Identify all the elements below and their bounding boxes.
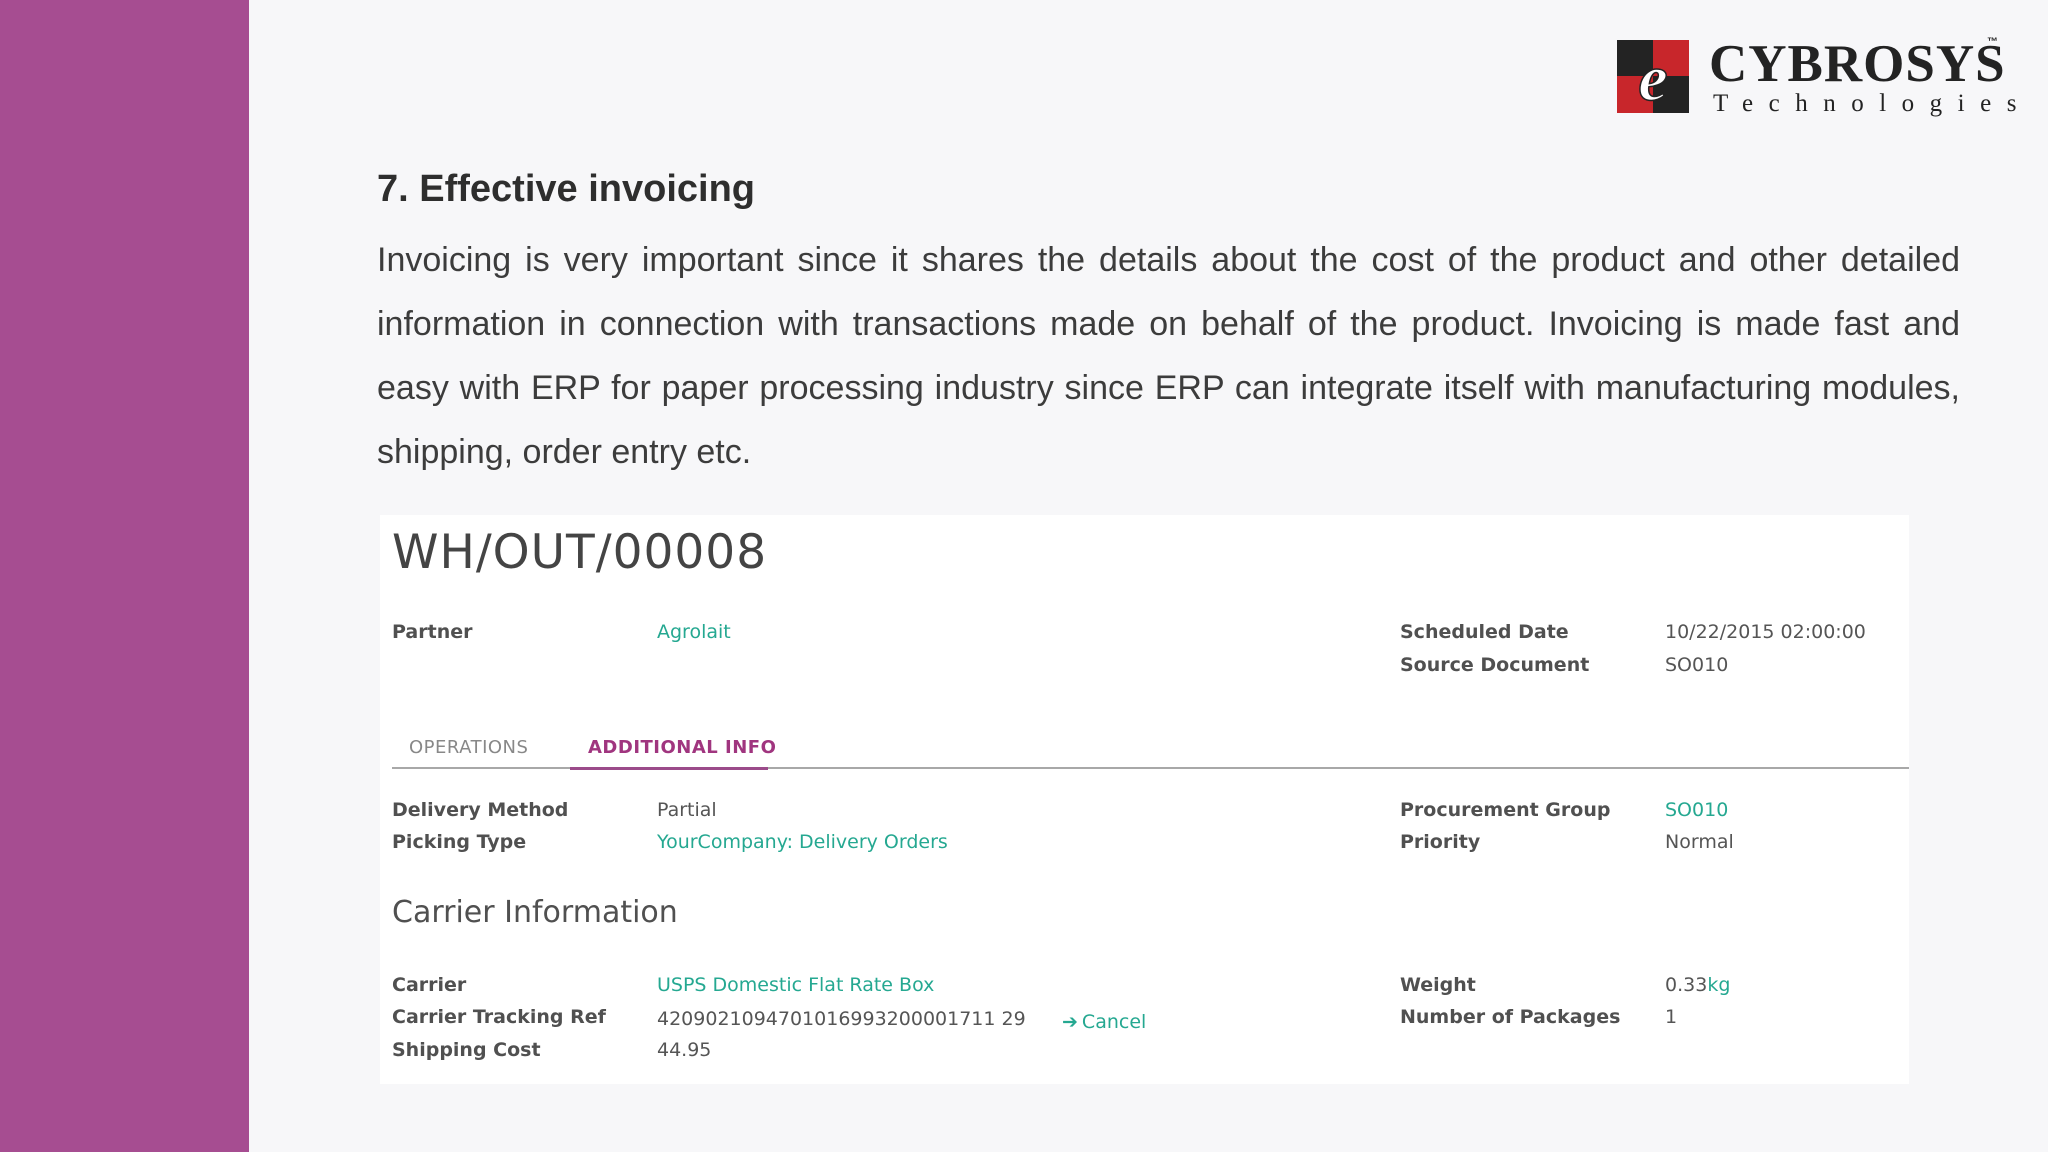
carrier-label: Carrier	[392, 974, 467, 996]
cancel-label: Cancel	[1081, 1011, 1147, 1033]
source-document-value: SO010	[1665, 654, 1729, 676]
source-document-label: Source Document	[1400, 654, 1590, 676]
packages-label: Number of Packages	[1400, 1006, 1621, 1028]
procurement-group-label: Procurement Group	[1400, 799, 1611, 821]
delivery-method-value: Partial	[657, 799, 717, 821]
partner-label: Partner	[392, 621, 473, 643]
delivery-method-label: Delivery Method	[392, 799, 569, 821]
weight-field: 0.33kg	[1665, 974, 1730, 996]
scheduled-date-value: 10/22/2015 02:00:00	[1665, 621, 1866, 643]
weight-label: Weight	[1400, 974, 1476, 996]
tracking-ref-value: 4209021094701016993200001711 29	[657, 1008, 1026, 1030]
brand-name: CYBROSYS	[1709, 35, 2006, 93]
cancel-tracking-button[interactable]: ➔ Cancel	[1062, 1011, 1146, 1033]
tab-additional-info[interactable]: ADDITIONAL INFO	[588, 737, 776, 758]
tracking-ref-label: Carrier Tracking Ref	[392, 1006, 606, 1028]
logo-mark-letter: e	[1638, 42, 1667, 113]
slide-heading: 7. Effective invoicing	[377, 168, 755, 210]
brand-subtitle: Technologies	[1713, 90, 2032, 117]
scheduled-date-label: Scheduled Date	[1400, 621, 1569, 643]
picking-type-label: Picking Type	[392, 831, 527, 853]
cybrosys-logo-icon: e	[1617, 40, 1689, 113]
accent-sidebar	[0, 0, 249, 1152]
shipping-cost-label: Shipping Cost	[392, 1039, 541, 1061]
priority-label: Priority	[1400, 831, 1481, 853]
weight-unit: kg	[1707, 974, 1731, 996]
picking-type-link[interactable]: YourCompany: Delivery Orders	[657, 831, 948, 853]
priority-value: Normal	[1665, 831, 1734, 853]
cybrosys-logo: e CYBROSYS ™ Technologies	[1617, 35, 2017, 120]
carrier-link[interactable]: USPS Domestic Flat Rate Box	[657, 974, 934, 996]
delivery-order-form: WH/OUT/00008 Partner Agrolait Scheduled …	[380, 515, 1909, 1084]
record-title: WH/OUT/00008	[392, 525, 768, 580]
trademark-symbol: ™	[1987, 36, 1998, 48]
tab-operations[interactable]: OPERATIONS	[409, 737, 528, 758]
slide-body-text: Invoicing is very important since it sha…	[377, 241, 1960, 471]
shipping-cost-value: 44.95	[657, 1039, 712, 1061]
weight-value: 0.33	[1665, 974, 1708, 996]
partner-link[interactable]: Agrolait	[657, 621, 731, 643]
procurement-group-link[interactable]: SO010	[1665, 799, 1728, 821]
carrier-information-heading: Carrier Information	[392, 895, 678, 930]
packages-value: 1	[1665, 1006, 1678, 1028]
arrow-right-icon: ➔	[1062, 1011, 1078, 1033]
active-tab-indicator	[570, 767, 768, 770]
